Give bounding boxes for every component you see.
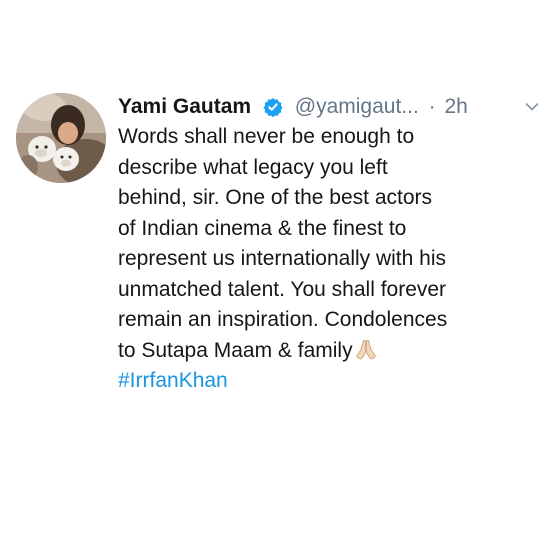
- folded-hands-icon: [356, 339, 376, 359]
- timestamp[interactable]: 2h: [444, 92, 467, 122]
- tweet-text-line: represent us internationally with his: [118, 247, 447, 270]
- author-name[interactable]: Yami Gautam: [118, 92, 251, 122]
- tweet-text-line: remain an inspiration. Condolences: [118, 308, 448, 331]
- tweet-card[interactable]: Yami Gautam @yamigaut... · 2h Words shal…: [0, 0, 550, 550]
- author-handle[interactable]: @yamigaut...: [295, 92, 419, 122]
- separator-dot: ·: [428, 95, 436, 118]
- tweet-text-line: unmatched talent. You shall forever: [118, 277, 447, 301]
- chevron-down-icon[interactable]: [525, 102, 539, 112]
- tweet-text-line: of Indian cinema & the finest to: [118, 216, 407, 240]
- avatar[interactable]: [16, 93, 106, 183]
- tweet-text-line: Words shall never be enough to: [118, 125, 415, 148]
- hashtag-link[interactable]: #IrrfanKhan: [118, 366, 543, 397]
- tweet-text-line: behind, sir. One of the best actors: [118, 186, 433, 209]
- verified-badge-icon: [263, 98, 283, 117]
- tweet-text-line: describe what legacy you left: [118, 155, 388, 179]
- tweet-header: Yami Gautam @yamigaut... · 2h: [118, 92, 548, 122]
- tweet-text: Words shall never be enough to describe …: [118, 122, 543, 397]
- profile-photo-icon: [16, 93, 106, 183]
- tweet-text-line-content: to Sutapa Maam & family: [118, 338, 353, 362]
- tweet-text-line-last: to Sutapa Maam & family: [118, 336, 543, 367]
